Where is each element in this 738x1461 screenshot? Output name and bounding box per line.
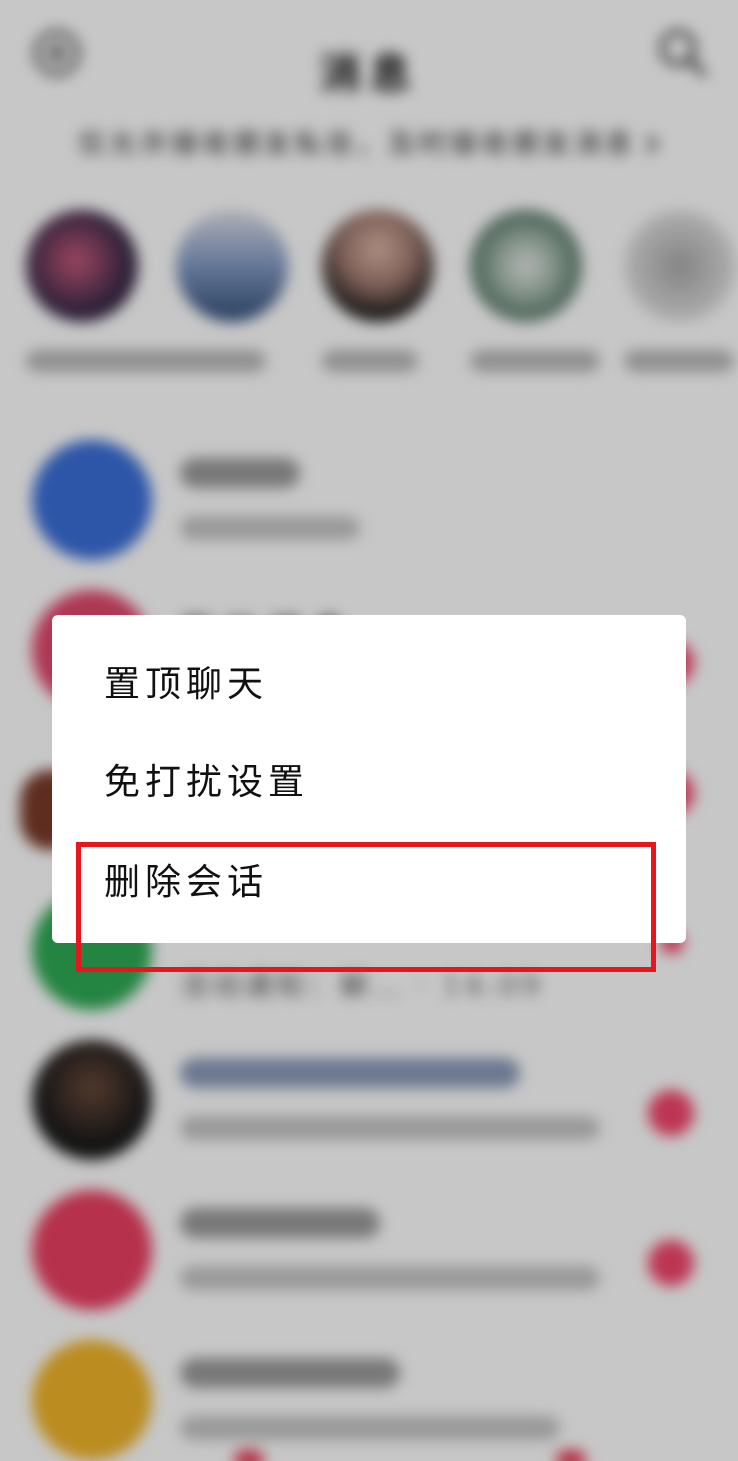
menu-item-do-not-disturb[interactable]: 免打扰设置: [52, 733, 686, 833]
menu-item-pin-chat[interactable]: 置顶聊天: [52, 635, 686, 735]
highlight-box: [76, 842, 656, 972]
messages-screen: 消息 仅允许接收朋友私信，及时接收朋友消息 活动通知：解… · 14:09 置顶…: [0, 0, 738, 1461]
